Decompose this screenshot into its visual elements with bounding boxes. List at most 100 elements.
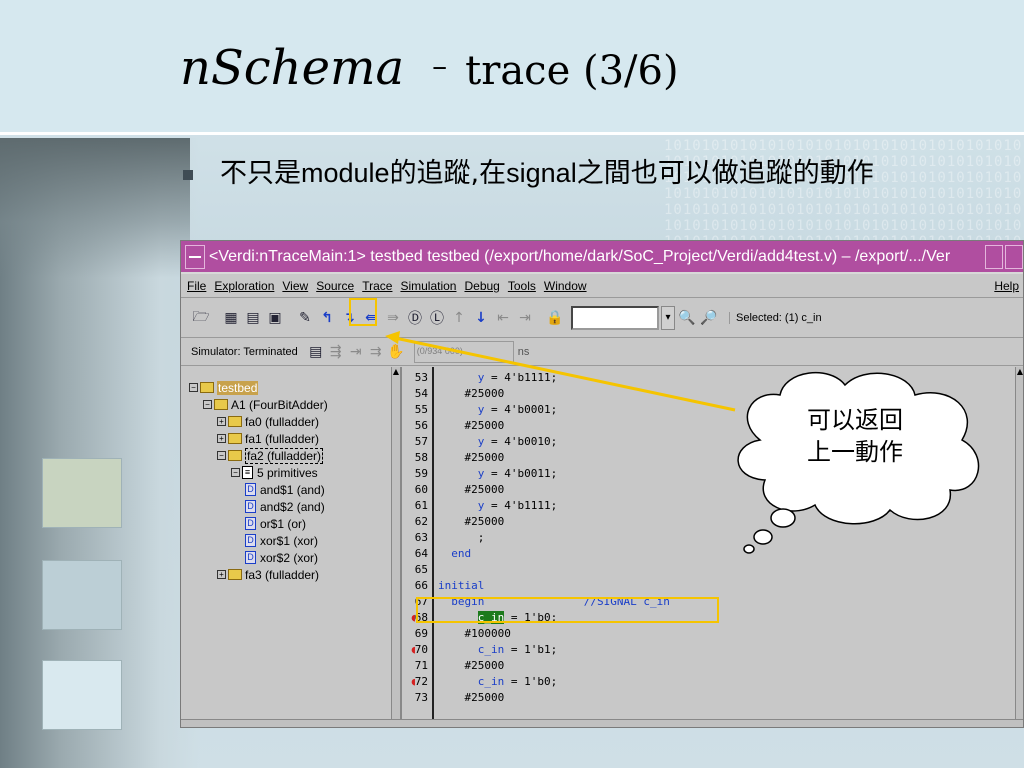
- sim-step-icon[interactable]: ⇶: [326, 341, 346, 363]
- menu-source[interactable]: Source: [316, 279, 354, 293]
- tree-item[interactable]: Dxor$2 (xor): [245, 549, 318, 566]
- horizontal-scrollbar[interactable]: [181, 719, 1023, 727]
- code-line[interactable]: 55 y = 4'b0001;: [402, 401, 557, 417]
- code-line[interactable]: 71 #25000: [402, 657, 504, 673]
- tree-item[interactable]: Dand$2 (and): [245, 498, 325, 515]
- code-line[interactable]: 65: [402, 561, 438, 577]
- search-input[interactable]: [571, 305, 659, 330]
- code-text: #25000: [438, 482, 505, 496]
- code-line[interactable]: ◖ 72 c_in = 1'b0;: [402, 673, 557, 689]
- collapse-icon[interactable]: −: [217, 451, 226, 460]
- menu-debug[interactable]: Debug: [464, 279, 499, 293]
- code-line[interactable]: 56 #25000: [402, 417, 504, 433]
- code-line[interactable]: 66 initial: [402, 577, 485, 593]
- tree-item[interactable]: − testbed: [189, 379, 259, 396]
- up-arrow-icon[interactable]: ↑: [449, 307, 469, 329]
- code-line[interactable]: 63 ;: [402, 529, 485, 545]
- toolbar: 🗁 ▦ ▤ ▣ ✎ ↰ ↴ ⇚ ⇛ Ⓓ Ⓛ ↑ ↓ ⇤ ⇥ 🔒 ▾ 🔍 🔎 Se…: [181, 298, 1023, 338]
- menu-tools[interactable]: Tools: [508, 279, 536, 293]
- tree-item[interactable]: + fa1 (fulladder): [217, 430, 319, 447]
- tree-item-label: testbed: [217, 380, 259, 395]
- line-number: 63: [414, 530, 428, 544]
- define-icon[interactable]: Ⓓ: [405, 307, 425, 329]
- scroll-up-icon[interactable]: ▲: [392, 367, 400, 377]
- find-prev-icon[interactable]: 🔍: [677, 307, 697, 329]
- window-menu-button[interactable]: [185, 244, 205, 269]
- code-line[interactable]: 58 #25000: [402, 449, 504, 465]
- sim-console-icon[interactable]: ▤: [306, 341, 326, 363]
- forward-trace-icon[interactable]: ⇛: [383, 307, 403, 329]
- window-tile-icon[interactable]: ▦: [221, 307, 241, 329]
- menu-help[interactable]: Help: [994, 279, 1019, 293]
- collapse-icon[interactable]: −: [189, 383, 198, 392]
- tree-item[interactable]: Dor$1 (or): [245, 515, 306, 532]
- sim-run-icon[interactable]: ⇥: [346, 341, 366, 363]
- collapse-icon[interactable]: −: [231, 468, 240, 477]
- sim-stop-icon[interactable]: ✋: [386, 341, 406, 363]
- code-text: c_in = 1'b1;: [477, 642, 558, 656]
- scroll-up-icon[interactable]: ▲: [1016, 367, 1023, 377]
- code-text: y = 4'b0001;: [477, 402, 558, 416]
- window-list-icon[interactable]: ▣: [265, 307, 285, 329]
- search-dropdown-button[interactable]: ▾: [661, 305, 675, 330]
- code-line[interactable]: 57 y = 4'b0010;: [402, 433, 557, 449]
- code-line[interactable]: 59 y = 4'b0011;: [402, 465, 557, 481]
- code-text: y = 4'b0010;: [477, 434, 558, 448]
- expand-right-icon[interactable]: ⇥: [515, 307, 535, 329]
- sim-next-icon[interactable]: ⇉: [366, 341, 386, 363]
- window-cascade-icon[interactable]: ▤: [243, 307, 263, 329]
- tree-item[interactable]: − ≡ 5 primitives: [231, 464, 318, 481]
- slide-title: nSchema – trace (3/6): [180, 40, 679, 96]
- menu-file[interactable]: File: [187, 279, 206, 293]
- maximize-button[interactable]: [1005, 244, 1023, 269]
- find-next-icon[interactable]: 🔎: [699, 307, 719, 329]
- menu-simulation[interactable]: Simulation: [400, 279, 456, 293]
- source-code-pane[interactable]: 53 y = 4'b1111; 54 #25000 55 y = 4'b0001; 5…: [401, 367, 1015, 727]
- window-titlebar[interactable]: <Verdi:nTraceMain:1> testbed testbed (/e…: [181, 241, 1023, 274]
- code-scrollbar[interactable]: ▲: [1015, 367, 1023, 727]
- sim-time-field[interactable]: (0/934 000): [413, 340, 514, 363]
- code-line[interactable]: 64 end: [402, 545, 471, 561]
- code-line[interactable]: ◖ 70 c_in = 1'b1;: [402, 641, 557, 657]
- callout-text: 可以返回 上一動作: [790, 404, 920, 468]
- tree-item[interactable]: + fa3 (fulladder): [217, 566, 319, 583]
- open-folder-icon[interactable]: 🗁: [191, 307, 211, 329]
- menu-view[interactable]: View: [282, 279, 308, 293]
- driver-marker-icon[interactable]: ◖: [410, 675, 417, 688]
- code-line[interactable]: 62 #25000: [402, 513, 504, 529]
- tree-item-label: xor$1 (xor): [260, 533, 319, 548]
- collapse-icon[interactable]: −: [203, 400, 212, 409]
- hierarchy-tree[interactable]: − testbed − A1 (FourBitAdder) + fa0 (fulladde…: [181, 367, 391, 727]
- list-icon[interactable]: Ⓛ: [427, 307, 447, 329]
- code-line[interactable]: 73 #25000: [402, 689, 504, 705]
- simulator-status: Simulator: Terminated: [191, 345, 298, 358]
- expand-icon[interactable]: +: [217, 417, 226, 426]
- down-arrow-icon[interactable]: ↓: [471, 307, 491, 329]
- line-number: 58: [414, 450, 428, 464]
- driver-marker-icon[interactable]: ◖: [410, 643, 417, 656]
- code-line[interactable]: 53 y = 4'b1111;: [402, 369, 557, 385]
- bullet-marker: [183, 170, 193, 180]
- code-text: #100000: [438, 626, 511, 640]
- code-line[interactable]: 69 #100000: [402, 625, 511, 641]
- trace-driver-icon[interactable]: ↰: [317, 307, 337, 329]
- menu-window[interactable]: Window: [544, 279, 587, 293]
- tree-scrollbar[interactable]: ▲: [391, 367, 401, 727]
- tree-item[interactable]: − A1 (FourBitAdder): [203, 396, 328, 413]
- expand-icon[interactable]: +: [217, 434, 226, 443]
- menu-exploration[interactable]: Exploration: [214, 279, 274, 293]
- lock-icon[interactable]: 🔒: [545, 307, 565, 329]
- minimize-button[interactable]: [985, 244, 1003, 269]
- tree-item[interactable]: − fa2 (fulladder): [217, 447, 324, 464]
- expand-left-icon[interactable]: ⇤: [493, 307, 513, 329]
- tree-item[interactable]: + fa0 (fulladder): [217, 413, 319, 430]
- code-line[interactable]: 60 #25000: [402, 481, 504, 497]
- line-number: 59: [414, 466, 428, 480]
- code-line[interactable]: 61 y = 4'b1111;: [402, 497, 557, 513]
- highlight-icon[interactable]: ✎: [295, 307, 315, 329]
- tree-item[interactable]: Dand$1 (and): [245, 481, 325, 498]
- tree-item[interactable]: Dxor$1 (xor): [245, 532, 318, 549]
- code-line[interactable]: 54 #25000: [402, 385, 504, 401]
- expand-icon[interactable]: +: [217, 570, 226, 579]
- menu-trace[interactable]: Trace: [362, 279, 392, 293]
